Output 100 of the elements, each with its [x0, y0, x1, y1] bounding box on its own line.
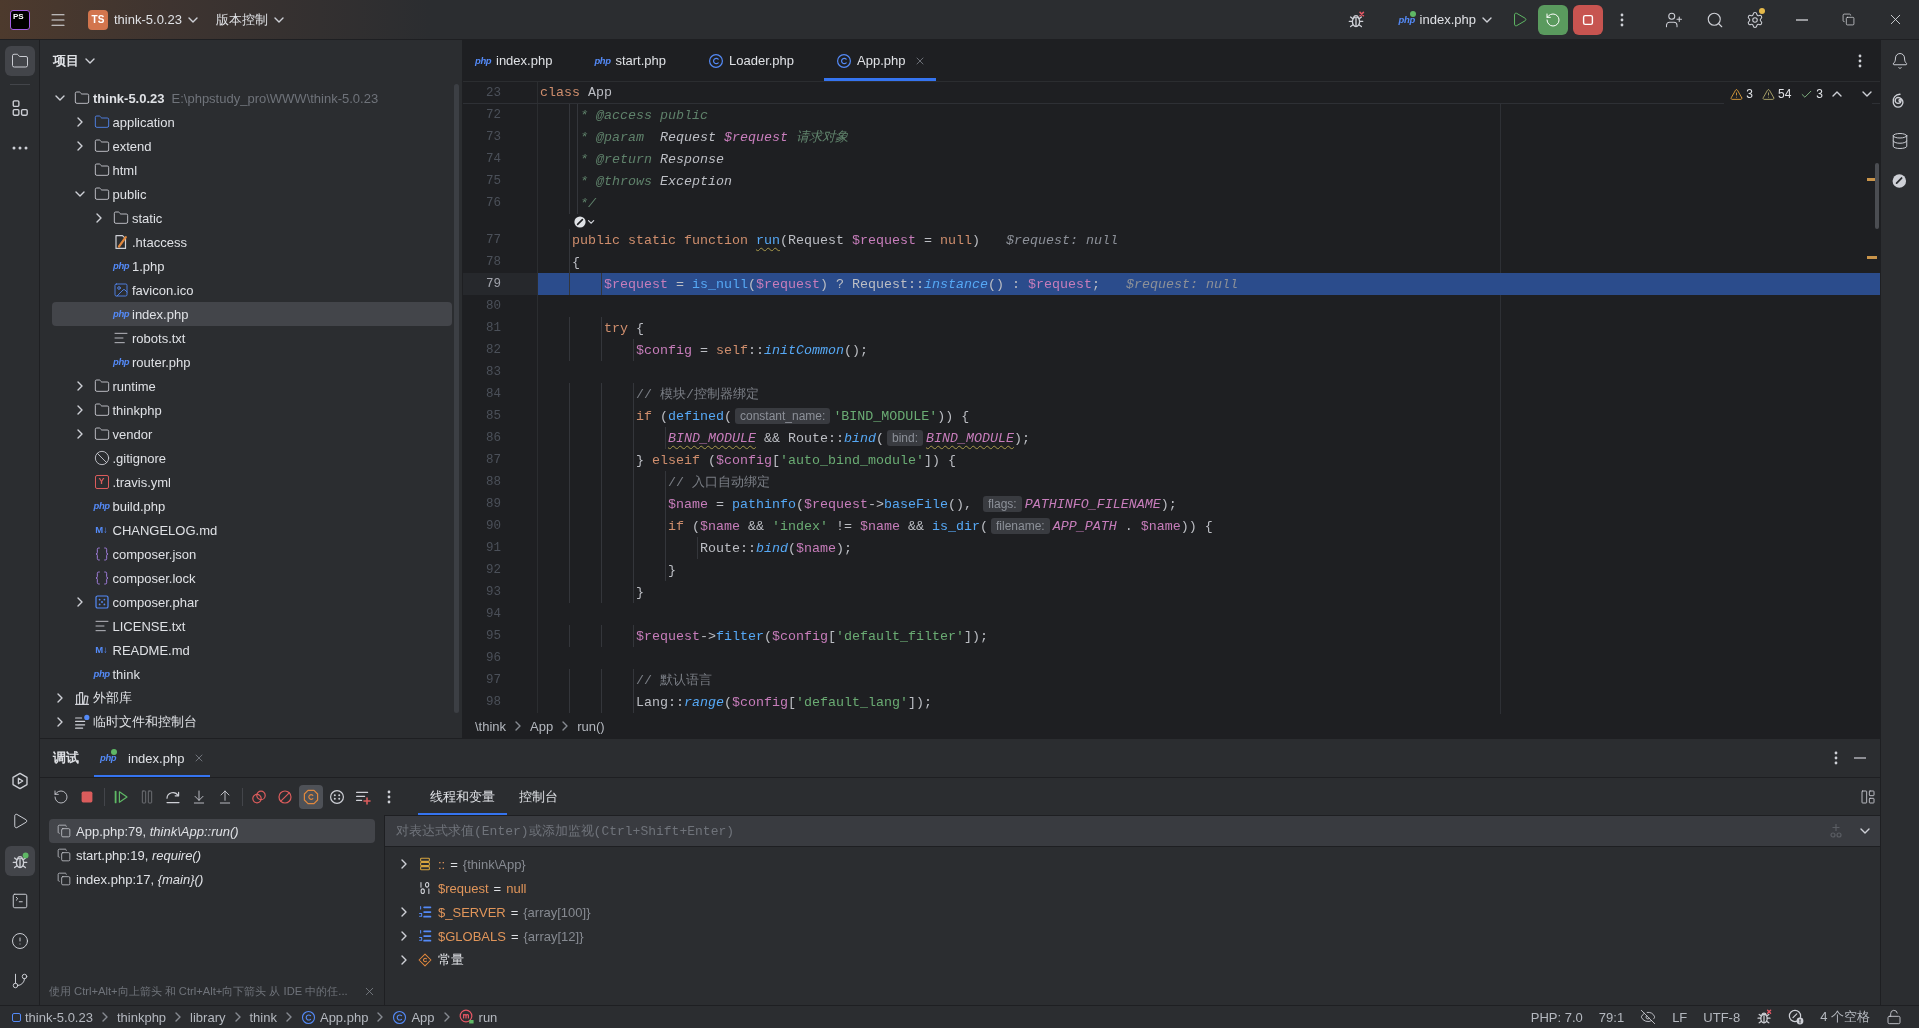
minimize-icon[interactable] [1796, 18, 1808, 21]
variable-item[interactable]: $_SERVER = {array[100]} [385, 900, 1880, 924]
variable-item[interactable]: :: = {think\App} [385, 852, 1880, 876]
editor-tab[interactable]: php index.php [463, 40, 583, 81]
status-item[interactable]: 4 个空格 [1812, 1006, 1878, 1028]
chevron-right-icon[interactable] [57, 717, 63, 727]
tree-item[interactable]: M↓ README.md [52, 638, 452, 662]
chevron-right-icon[interactable] [57, 693, 63, 703]
breadcrumb-item[interactable]: run() [577, 718, 605, 734]
next-icon[interactable] [1862, 91, 1872, 97]
chevron-down-icon[interactable] [55, 95, 65, 101]
warnings-counter[interactable]: 3 [1730, 87, 1753, 101]
variable-item[interactable]: $request = null [385, 876, 1880, 900]
search-icon[interactable] [1706, 10, 1724, 29]
breadcrumb-item[interactable]: App [530, 718, 554, 734]
tool-window-button[interactable] [4, 846, 35, 876]
stop-button[interactable] [1573, 4, 1603, 35]
breadcrumb-item[interactable]: \think [475, 718, 507, 734]
frame-item[interactable]: index.php:17, {main}() [49, 867, 375, 891]
editor-tab[interactable]: php start.php [582, 40, 696, 81]
chevron-right-icon[interactable] [96, 213, 102, 223]
tree-item[interactable]: extend [52, 134, 452, 158]
tree-item[interactable]: LICENSE.txt [52, 614, 452, 638]
vcs-menu[interactable]: 版本控制 [215, 5, 284, 34]
caret-icon[interactable] [1860, 828, 1870, 834]
status-item[interactable]: UTF-8 [1695, 1006, 1749, 1028]
chevron-right-icon[interactable] [401, 907, 407, 917]
session-tab[interactable]: php index.php [94, 739, 211, 777]
breadcrumb-item[interactable]: run [458, 1009, 498, 1025]
scrollbar-thumb[interactable] [1875, 163, 1879, 229]
status-item[interactable]: LF [1664, 1006, 1696, 1028]
tool-window-button[interactable] [4, 46, 35, 76]
status-item[interactable]: 79:1 [1590, 1006, 1633, 1028]
bug-icon[interactable] [1346, 10, 1365, 29]
tree-item[interactable]: .htaccess [52, 230, 452, 254]
circle-badge-icon[interactable] [1788, 1009, 1805, 1025]
chevron-right-icon[interactable] [76, 141, 83, 151]
chevron-right-icon[interactable] [76, 597, 83, 607]
tree-item[interactable]: 外部库 [52, 686, 452, 710]
project-selector[interactable]: TS think-5.0.23 [88, 5, 198, 34]
add-user-icon[interactable] [1665, 10, 1683, 29]
tree-item[interactable]: composer.lock [52, 566, 452, 590]
frame-item[interactable]: App.php:79, think\App::run() [49, 819, 375, 843]
chevron-right-icon[interactable] [401, 955, 407, 965]
code-lens-icon[interactable] [574, 215, 595, 228]
breadcrumb-item[interactable]: think-5.0.23 [12, 1009, 93, 1025]
run-config-selector[interactable]: php index.php [1392, 5, 1497, 34]
more-icon[interactable] [1620, 12, 1624, 27]
chevron-right-icon[interactable] [76, 117, 83, 127]
lock-icon[interactable] [1886, 1009, 1902, 1025]
variable-item[interactable]: $GLOBALS = {array[12]} [385, 924, 1880, 948]
variable-item[interactable]: 常量 [385, 948, 1880, 972]
breadcrumb-item[interactable]: think [249, 1009, 277, 1025]
tree-item[interactable]: M↓ CHANGELOG.md [52, 518, 452, 542]
breadcrumb-item[interactable]: thinkphp [116, 1009, 167, 1025]
chevron-right-icon[interactable] [76, 405, 83, 415]
panel-tab[interactable]: 控制台 [507, 778, 570, 815]
tree-item[interactable]: php build.php [52, 494, 452, 518]
tree-item[interactable]: php 1.php [52, 254, 452, 278]
tree-item[interactable]: php router.php [52, 350, 452, 374]
tree-item[interactable]: composer.phar [52, 590, 452, 614]
tree-item[interactable]: robots.txt [52, 326, 452, 350]
weak-warnings-counter[interactable]: 54 [1761, 87, 1792, 101]
tree-item[interactable]: php think [52, 662, 452, 686]
frame-item[interactable]: start.php:19, require() [49, 843, 375, 867]
passed-counter[interactable]: 3 [1800, 87, 1823, 101]
previous-icon[interactable] [1832, 91, 1842, 97]
settings-icon[interactable] [1746, 10, 1764, 29]
breadcrumb-item[interactable]: library [190, 1009, 226, 1025]
tree-item[interactable]: html [52, 158, 452, 182]
tree-item[interactable]: thinkphp [52, 398, 452, 422]
tree-item[interactable]: static [52, 206, 452, 230]
chevron-right-icon[interactable] [401, 931, 407, 941]
editor-tab[interactable]: App.php [824, 40, 936, 81]
tree-item[interactable]: public [52, 182, 452, 206]
chevron-right-icon[interactable] [401, 859, 407, 869]
editor-tab[interactable]: Loader.php [696, 40, 825, 81]
tree-item[interactable]: 临时文件和控制台 [52, 710, 452, 734]
eye-off-icon[interactable] [1640, 1009, 1657, 1025]
chevron-right-icon[interactable] [76, 381, 83, 391]
restore-icon[interactable] [1841, 13, 1855, 26]
tree-item[interactable]: Y .travis.yml [52, 470, 452, 494]
toolbar-button[interactable] [299, 784, 323, 809]
status-item[interactable]: PHP: 7.0 [1522, 1006, 1591, 1028]
tree-item[interactable]: composer.json [52, 542, 452, 566]
chevron-right-icon[interactable] [76, 429, 83, 439]
tree-item[interactable]: php index.php [52, 302, 452, 326]
chevron-down-icon[interactable] [74, 191, 85, 197]
rerun-button[interactable] [1538, 4, 1568, 35]
project-view-menu[interactable]: 项目 [53, 49, 95, 73]
breadcrumb-item[interactable]: App [392, 1009, 435, 1025]
tree-item[interactable]: favicon.ico [52, 278, 452, 302]
more-icon[interactable] [1858, 53, 1862, 68]
tree-item[interactable]: vendor [52, 422, 452, 446]
layout-icon[interactable] [1860, 788, 1876, 805]
more-icon[interactable] [1834, 751, 1838, 765]
tree-item[interactable]: runtime [52, 374, 452, 398]
tree-item[interactable]: .gitignore [52, 446, 452, 470]
panel-tab[interactable]: 线程和变量 [418, 778, 507, 815]
tree-item[interactable]: application [52, 110, 452, 134]
